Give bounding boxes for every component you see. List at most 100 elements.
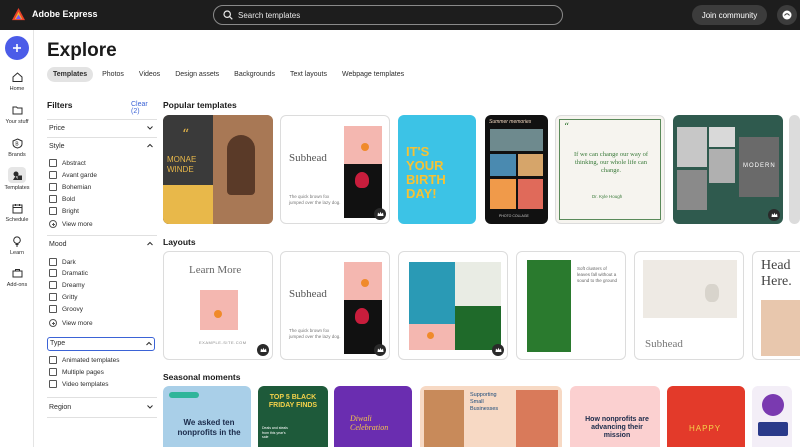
- tab-templates[interactable]: Templates: [47, 67, 94, 82]
- checkbox-dark[interactable]: Dark: [49, 258, 76, 266]
- layout-card[interactable]: Subhead The quick brown fox jumped over …: [280, 251, 390, 360]
- template-card[interactable]: “ MONAE WINDE: [163, 115, 273, 224]
- checkbox[interactable]: [49, 207, 57, 215]
- checkbox[interactable]: [49, 269, 57, 277]
- checkbox-gritty[interactable]: Gritty: [49, 293, 78, 301]
- template-card[interactable]: Subhead The quick brown fox jumped over …: [280, 115, 390, 224]
- checkbox-avant-garde[interactable]: Avant garde: [49, 171, 97, 179]
- clear-filters-link[interactable]: Clear (2): [131, 101, 157, 115]
- checkbox-groovy[interactable]: Groovy: [49, 305, 83, 313]
- filter-mood-title[interactable]: Mood: [49, 241, 67, 248]
- rail-item-brands[interactable]: B Brands: [0, 136, 34, 158]
- checkbox-bright[interactable]: Bright: [49, 207, 79, 215]
- tab-photos[interactable]: Photos: [96, 67, 130, 82]
- checkbox-label: Bohemian: [62, 183, 92, 191]
- chevron-up-icon[interactable]: [146, 240, 154, 248]
- card-title: Supporting Small Businesses: [470, 392, 499, 412]
- adobe-express-logo-icon[interactable]: [12, 8, 25, 21]
- checkbox[interactable]: [49, 305, 57, 313]
- rail-item-add-ons[interactable]: Add-ons: [0, 266, 34, 288]
- template-card-partial[interactable]: [789, 115, 800, 224]
- checkbox-dramatic[interactable]: Dramatic: [49, 269, 88, 277]
- tab-text-layouts[interactable]: Text layouts: [284, 67, 333, 82]
- template-card[interactable]: “ If we can change our way of thinking, …: [555, 115, 665, 224]
- seasonal-card[interactable]: Supporting Small Businesses: [420, 386, 562, 447]
- checkbox-video-templates[interactable]: Video templates: [49, 380, 109, 388]
- rail-item-learn[interactable]: Learn: [0, 234, 34, 256]
- seasonal-card[interactable]: We asked ten nonprofits in the: [163, 386, 251, 447]
- search-bar[interactable]: Search templates: [213, 5, 563, 25]
- chevron-down-icon[interactable]: [146, 403, 154, 411]
- layout-card[interactable]: Learn More EXAMPLE-SITE.COM: [163, 251, 273, 360]
- card-quote: If we can change our way of thinking, ou…: [574, 151, 648, 174]
- join-community-button[interactable]: Join community: [692, 5, 767, 25]
- chevron-up-icon[interactable]: [146, 142, 154, 150]
- brand-icon: B: [9, 136, 25, 150]
- section-title-popular: Popular templates: [163, 100, 237, 110]
- create-button[interactable]: [5, 36, 29, 60]
- layout-card-partial[interactable]: Head Here.: [752, 251, 800, 360]
- card-subtitle: Deals and steals from this year's sale: [262, 426, 288, 439]
- tab-webpage-templates[interactable]: Webpage templates: [336, 67, 410, 82]
- checkbox-multiple-pages[interactable]: Multiple pages: [49, 368, 104, 376]
- card-footer: EXAMPLE-SITE.COM: [199, 340, 247, 345]
- filter-style-title[interactable]: Style: [49, 143, 65, 150]
- filter-price-title[interactable]: Price: [49, 125, 65, 132]
- card-title: Learn More: [189, 264, 242, 276]
- search-input[interactable]: Search templates: [238, 11, 300, 20]
- checkbox[interactable]: [49, 159, 57, 167]
- plus-circle-icon: [49, 319, 57, 327]
- checkbox-animated-templates[interactable]: Animated templates: [49, 356, 119, 364]
- card-title: Summer memories: [489, 119, 532, 125]
- mood-view-more[interactable]: View more: [49, 319, 93, 327]
- seasonal-card[interactable]: TOP 5 BLACK FRIDAY FINDS Deals and steal…: [258, 386, 328, 447]
- layout-card[interactable]: Soft clusters of leaves fall without a s…: [516, 251, 626, 360]
- layout-card[interactable]: Subhead: [634, 251, 744, 360]
- template-card[interactable]: Summer memories PHOTO COLLAGE: [485, 115, 548, 224]
- seasonal-card[interactable]: [752, 386, 792, 447]
- rail-item-home[interactable]: Home: [0, 70, 34, 92]
- checkbox-label: Gritty: [62, 293, 78, 301]
- avatar[interactable]: [777, 5, 797, 25]
- style-view-more[interactable]: View more: [49, 220, 93, 228]
- checkbox-abstract[interactable]: Abstract: [49, 159, 86, 167]
- tab-design-assets[interactable]: Design assets: [169, 67, 225, 82]
- svg-text:B: B: [15, 141, 19, 147]
- calendar-icon: [9, 201, 25, 215]
- photo-tile: [677, 170, 707, 210]
- tab-backgrounds[interactable]: Backgrounds: [228, 67, 281, 82]
- template-card[interactable]: MODERN: [673, 115, 783, 224]
- layout-card[interactable]: [398, 251, 508, 360]
- filter-type-header[interactable]: Type: [47, 337, 155, 351]
- template-card[interactable]: IT'S YOUR BIRTH DAY!: [398, 115, 476, 224]
- filter-region-title[interactable]: Region: [49, 404, 71, 411]
- checkbox[interactable]: [49, 281, 57, 289]
- quote-icon: “: [564, 122, 570, 133]
- checkbox[interactable]: [49, 183, 57, 191]
- vase-shape: [705, 284, 719, 302]
- seasonal-card[interactable]: Diwali Celebration: [334, 386, 412, 447]
- checkbox[interactable]: [49, 380, 57, 388]
- rail-item-templates[interactable]: Templates: [0, 167, 34, 191]
- checkbox[interactable]: [49, 258, 57, 266]
- checkbox[interactable]: [49, 356, 57, 364]
- section-title-layouts: Layouts: [163, 237, 196, 247]
- rail-item-schedule[interactable]: Schedule: [0, 201, 34, 223]
- chevron-down-icon[interactable]: [146, 124, 154, 132]
- checkbox[interactable]: [49, 293, 57, 301]
- card-title: MODERN: [743, 163, 776, 169]
- rail-item-your-stuff[interactable]: Your stuff: [0, 103, 34, 125]
- checkbox[interactable]: [49, 368, 57, 376]
- checkbox-dreamy[interactable]: Dreamy: [49, 281, 85, 289]
- premium-badge-icon: [257, 344, 269, 356]
- seasonal-card[interactable]: HAPPY: [667, 386, 745, 447]
- tab-videos[interactable]: Videos: [133, 67, 166, 82]
- checkbox[interactable]: [49, 195, 57, 203]
- checkbox-bold[interactable]: Bold: [49, 195, 75, 203]
- checkbox-bohemian[interactable]: Bohemian: [49, 183, 91, 191]
- plus-icon: [13, 44, 21, 52]
- card-title: Subhead: [289, 152, 327, 164]
- checkbox[interactable]: [49, 171, 57, 179]
- flower-shape: [355, 308, 369, 324]
- seasonal-card[interactable]: How nonprofits are advancing their missi…: [570, 386, 660, 447]
